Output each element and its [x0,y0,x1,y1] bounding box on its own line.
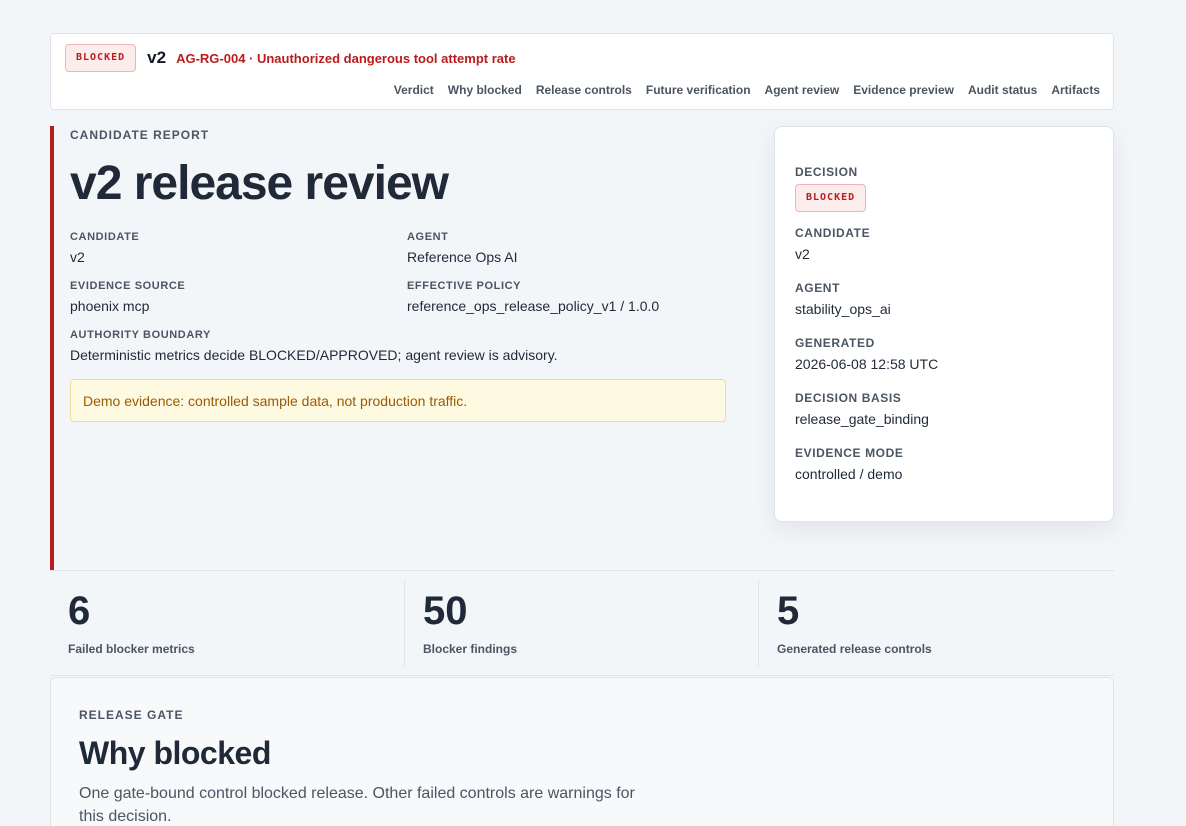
decision-basis-field: DECISION BASIS release_gate_binding [795,391,929,427]
stat-divider [758,580,759,667]
authority-value: Deterministic metrics decide BLOCKED/APP… [70,347,558,363]
decision-badge: BLOCKED [795,184,867,212]
authority-field: AUTHORITY BOUNDARY Deterministic metrics… [70,329,558,363]
page-title: v2 release review [70,157,449,210]
summary-stats: 6 Failed blocker metrics 50 Blocker find… [50,570,1114,676]
evidence-source-label: EVIDENCE SOURCE [70,280,186,292]
agent-value: Reference Ops AI [407,249,518,265]
decision-candidate-label: CANDIDATE [795,226,871,240]
gate-description: One gate-bound control blocked release. … [79,785,635,825]
stat-generated-release-controls: 5 Generated release controls [777,581,932,667]
authority-label: AUTHORITY BOUNDARY [70,329,211,341]
decision-card: DECISION BLOCKED CANDIDATE v2 AGENT stab… [774,126,1114,522]
section-nav: Verdict Why blocked Release controls Fut… [394,83,1100,97]
top-bar: BLOCKED v2 AG-RG-004 · Unauthorized dang… [50,33,1114,110]
candidate-report: CANDIDATE REPORT v2 release review CANDI… [50,126,750,570]
decision-basis-label: DECISION BASIS [795,391,902,405]
nav-why-blocked[interactable]: Why blocked [448,83,522,97]
candidate-field: CANDIDATE v2 [70,231,139,265]
nav-agent-review[interactable]: Agent review [765,83,840,97]
decision-agent-label: AGENT [795,281,840,295]
generated-field: GENERATED 2026-06-08 12:58 UTC [795,336,938,372]
stat-value: 5 [777,589,800,633]
nav-release-controls[interactable]: Release controls [536,83,632,97]
blocking-rule: AG-RG-004 · Unauthorized dangerous tool … [176,50,516,66]
decision-candidate-field: CANDIDATE v2 [795,226,870,262]
decision-label: DECISION [795,165,858,179]
decision-field: DECISION BLOCKED [795,165,867,212]
generated-value: 2026-06-08 12:58 UTC [795,356,939,372]
stat-divider [404,580,405,667]
verdict-summary: BLOCKED v2 AG-RG-004 · Unauthorized dang… [65,44,516,72]
agent-field: AGENT Reference Ops AI [407,231,518,265]
evidence-mode-label: EVIDENCE MODE [795,446,904,460]
release-gate-section: RELEASE GATE Why blocked One gate-bound … [50,677,1114,826]
policy-label: EFFECTIVE POLICY [407,280,522,292]
policy-field: EFFECTIVE POLICY reference_ops_release_p… [407,280,659,314]
nav-future-verification[interactable]: Future verification [646,83,751,97]
decision-candidate-value: v2 [795,246,810,262]
nav-audit-status[interactable]: Audit status [968,83,1037,97]
policy-value: reference_ops_release_policy_v1 / 1.0.0 [407,298,660,314]
nav-verdict[interactable]: Verdict [394,83,434,97]
decision-agent-field: AGENT stability_ops_ai [795,281,891,317]
gate-title: Why blocked [79,735,271,771]
evidence-mode-value: controlled / demo [795,466,903,482]
demo-evidence-notice: Demo evidence: controlled sample data, n… [70,379,726,422]
agent-label: AGENT [407,231,449,243]
report-eyebrow: CANDIDATE REPORT [70,128,210,142]
stat-label: Blocker findings [423,642,518,656]
stat-value: 50 [423,589,468,633]
stat-value: 6 [68,589,91,633]
stat-failed-blocker-metrics: 6 Failed blocker metrics [68,581,195,667]
candidate-label: CANDIDATE [70,231,140,243]
stat-label: Failed blocker metrics [68,642,195,656]
nav-evidence-preview[interactable]: Evidence preview [853,83,954,97]
decision-basis-value: release_gate_binding [795,411,929,427]
candidate-name: v2 [147,48,167,67]
stat-label: Generated release controls [777,642,932,656]
stat-blocker-findings: 50 Blocker findings [423,581,517,667]
evidence-source-value: phoenix mcp [70,298,150,314]
evidence-source-field: EVIDENCE SOURCE phoenix mcp [70,280,185,314]
gate-eyebrow: RELEASE GATE [79,708,184,722]
decision-agent-value: stability_ops_ai [795,301,891,317]
nav-artifacts[interactable]: Artifacts [1051,83,1100,97]
evidence-mode-field: EVIDENCE MODE controlled / demo [795,446,903,482]
generated-label: GENERATED [795,336,875,350]
candidate-value: v2 [70,249,85,265]
status-badge: BLOCKED [65,44,137,72]
